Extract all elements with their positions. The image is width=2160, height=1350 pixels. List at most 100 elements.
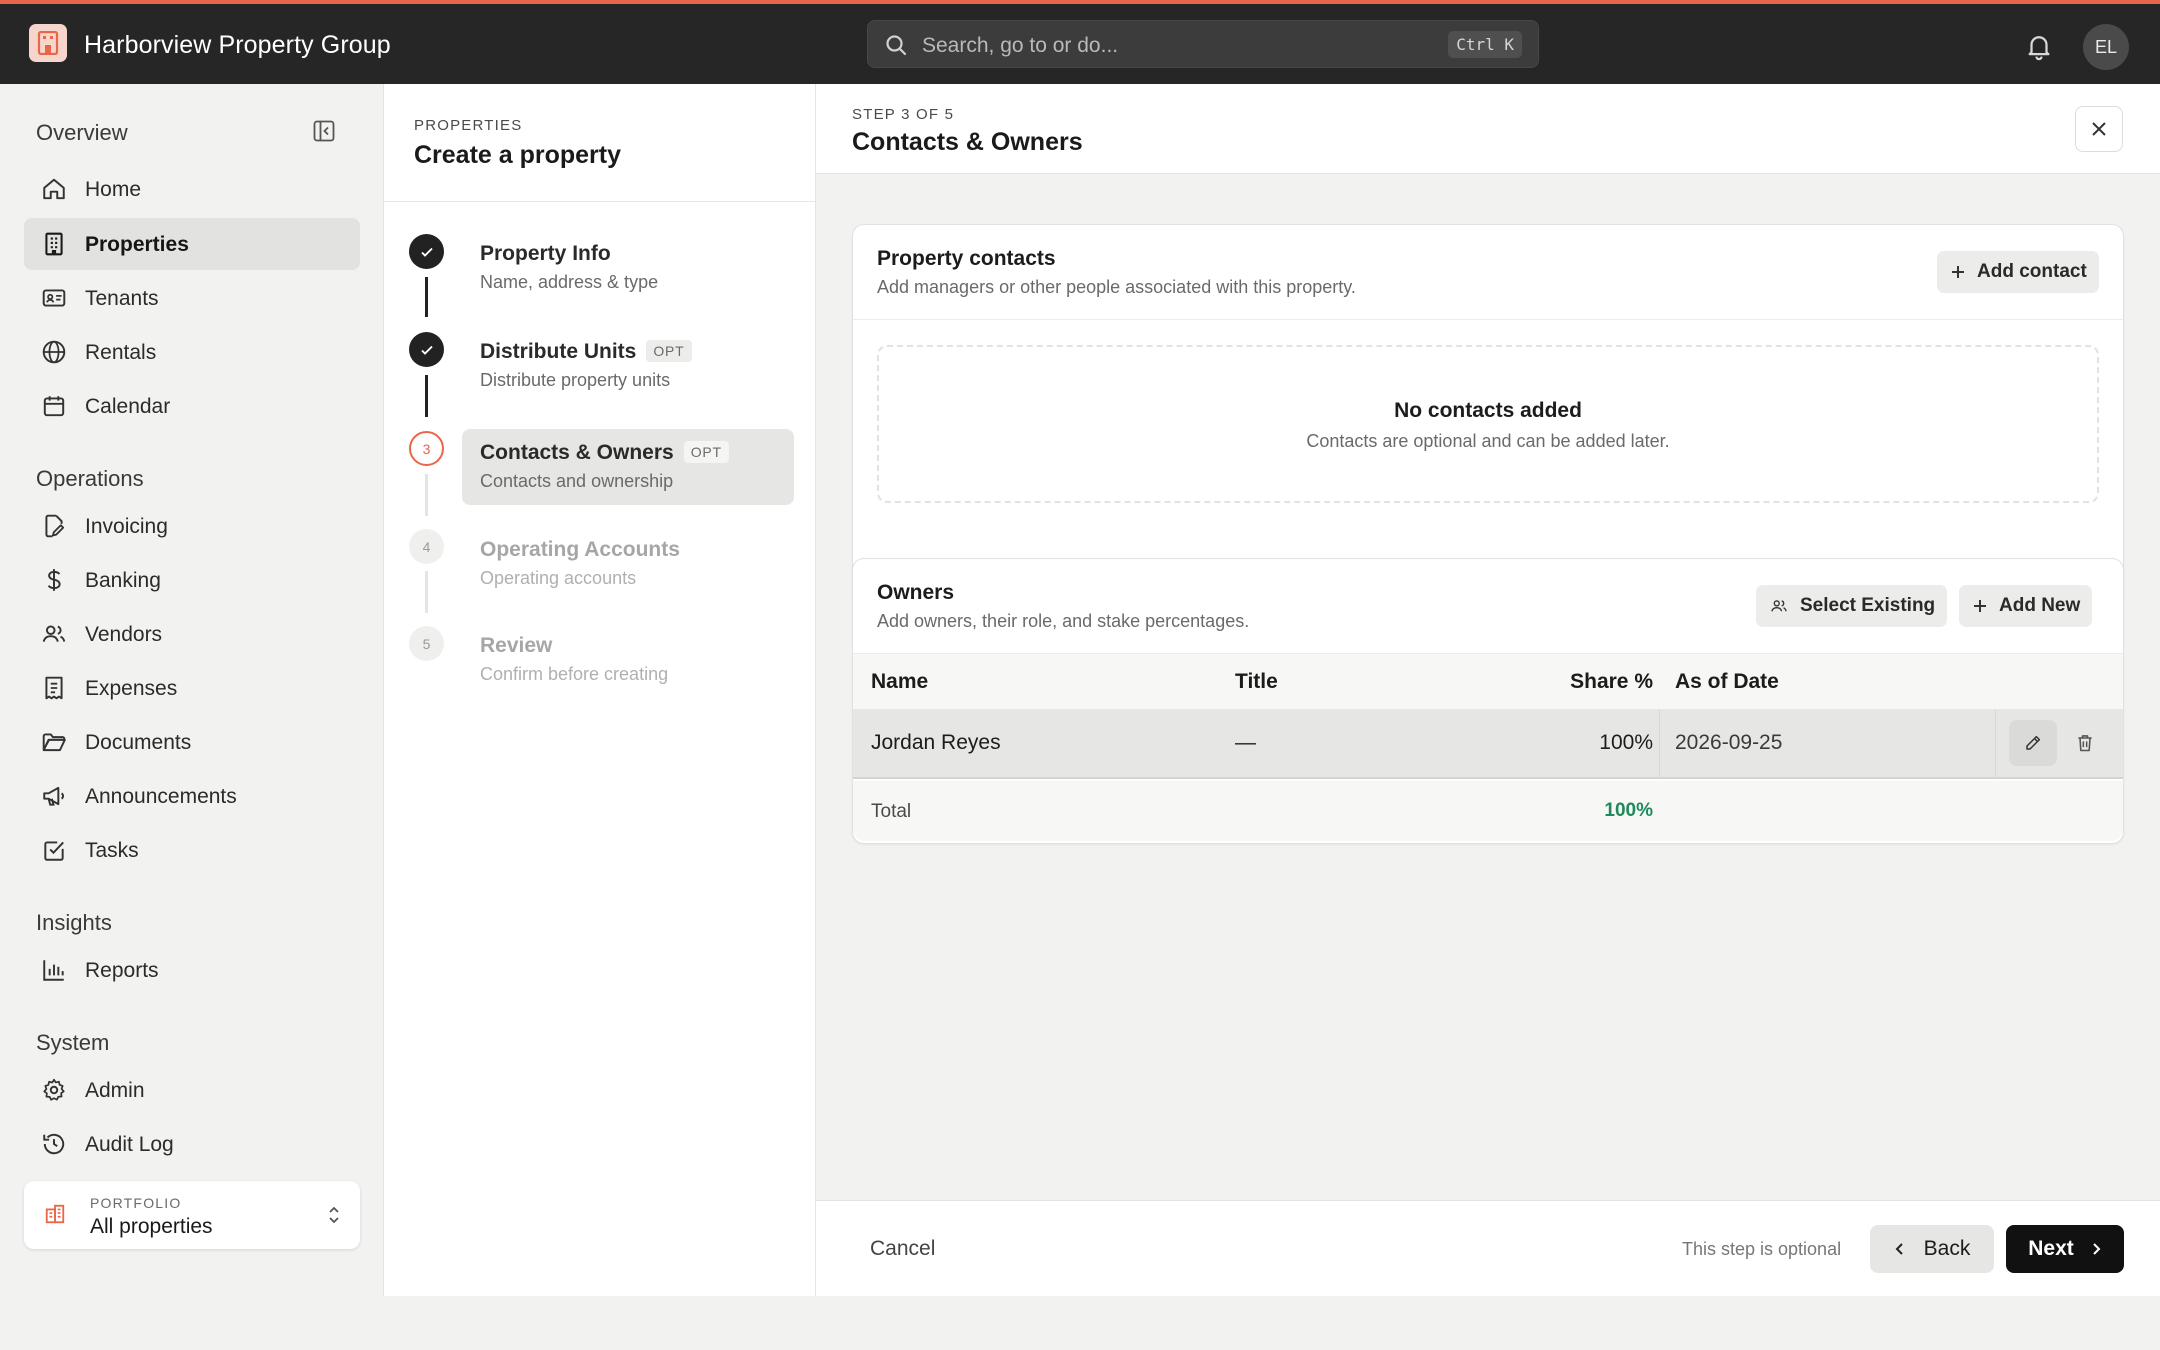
sidebar-item-reports[interactable]: Reports — [24, 944, 360, 996]
wizard-footer: Cancel This step is optional Back Next — [816, 1200, 2160, 1296]
trash-icon[interactable] — [2075, 732, 2095, 754]
cell-divider — [1659, 709, 1660, 779]
brand-logo-icon[interactable] — [29, 24, 67, 62]
sidebar: Overview Home Properties Tenants Rentals… — [0, 84, 384, 1296]
table-row[interactable]: Jordan Reyes — 100% 2026-09-25 — [853, 709, 2123, 779]
next-label: Next — [2028, 1237, 2074, 1260]
card-subtitle: Add owners, their role, and stake percen… — [877, 611, 1250, 631]
users-icon — [1770, 598, 1788, 614]
sidebar-item-banking[interactable]: Banking — [24, 554, 360, 606]
stepper-header: PROPERTIES Create a property — [384, 84, 815, 202]
select-existing-button[interactable]: Select Existing — [1756, 585, 1948, 627]
cancel-button[interactable]: Cancel — [870, 1237, 935, 1261]
sidebar-item-tenants[interactable]: Tenants — [24, 272, 360, 324]
sidebar-item-tasks[interactable]: Tasks — [24, 824, 360, 876]
portfolio-building-icon — [44, 1203, 66, 1225]
sidebar-section-overview: Overview — [36, 120, 128, 145]
step-2-check-icon — [409, 332, 444, 367]
chevron-up-down-icon — [326, 1203, 342, 1227]
sidebar-item-audit-log[interactable]: Audit Log — [24, 1118, 360, 1170]
step-5-number: 5 — [409, 626, 444, 661]
sidebar-collapse-icon[interactable] — [313, 120, 335, 142]
wizard-stepper: PROPERTIES Create a property Property In… — [384, 84, 816, 1296]
pencil-icon — [2026, 735, 2041, 750]
step-connector — [425, 375, 428, 417]
global-search[interactable]: Search, go to or do... Ctrl K — [867, 20, 1539, 68]
property-contacts-card: Property contacts Add managers or other … — [852, 224, 2124, 612]
step-connector — [425, 474, 428, 516]
owners-table-header: Name Title Share % As of Date — [853, 653, 2123, 709]
add-contact-button[interactable]: Add contact — [1937, 251, 2099, 293]
sidebar-section-system: System — [36, 1030, 110, 1055]
card-title: Property contacts — [877, 247, 1056, 270]
step-distribute-units[interactable]: Distribute Units OPT Distribute property … — [462, 328, 794, 404]
close-button[interactable] — [2075, 106, 2123, 152]
add-new-owner-button[interactable]: Add New — [1959, 585, 2093, 627]
sidebar-item-label: Expenses — [85, 677, 178, 700]
owner-name: Jordan Reyes — [871, 731, 1001, 754]
next-button[interactable]: Next — [2006, 1225, 2124, 1273]
column-header-share[interactable]: Share % — [1570, 670, 1653, 694]
user-avatar[interactable]: EL — [2083, 24, 2129, 70]
step-operating-accounts[interactable]: Operating Accounts Operating accounts — [462, 526, 794, 602]
column-header-name[interactable]: Name — [871, 670, 928, 694]
stepper-title: Create a property — [414, 141, 622, 169]
notifications-bell-icon[interactable] — [2024, 31, 2054, 61]
search-icon — [884, 33, 908, 57]
contacts-empty-state: No contacts added Contacts are optional … — [877, 345, 2099, 503]
receipt-icon — [41, 675, 67, 701]
sidebar-item-vendors[interactable]: Vendors — [24, 608, 360, 660]
page-title: Contacts & Owners — [852, 128, 1083, 156]
sidebar-item-invoicing[interactable]: Invoicing — [24, 500, 360, 552]
step-name: Property Info — [480, 242, 611, 265]
id-card-icon — [41, 285, 67, 311]
step-name-text: Contacts & Owners — [480, 441, 674, 464]
owner-title: — — [1235, 731, 1256, 754]
sidebar-item-home[interactable]: Home — [24, 163, 360, 215]
back-label: Back — [1923, 1237, 1971, 1260]
sidebar-item-label: Announcements — [85, 785, 237, 808]
optional-badge: OPT — [683, 441, 729, 463]
sidebar-item-label: Admin — [85, 1079, 145, 1102]
empty-state-title: No contacts added — [1394, 399, 1582, 422]
step-name: Review — [480, 634, 553, 657]
sidebar-item-rentals[interactable]: Rentals — [24, 326, 360, 378]
column-header-title[interactable]: Title — [1235, 670, 1278, 694]
sidebar-item-label: Tenants — [85, 287, 159, 310]
total-share-value: 100% — [1604, 800, 1653, 821]
edit-owner-button[interactable] — [2009, 720, 2057, 766]
sidebar-item-expenses[interactable]: Expenses — [24, 662, 360, 714]
folder-icon — [41, 729, 67, 755]
users-icon — [41, 621, 67, 647]
step-contacts-owners[interactable]: Contacts & Owners OPT Contacts and owners… — [462, 429, 794, 505]
step-3-number: 3 — [409, 431, 444, 466]
back-button[interactable]: Back — [1870, 1225, 1994, 1273]
sidebar-item-label: Documents — [85, 731, 192, 754]
portfolio-kicker: PORTFOLIO — [90, 1195, 182, 1211]
main-content: STEP 3 OF 5 Contacts & Owners Property c… — [816, 84, 2160, 1296]
sidebar-item-documents[interactable]: Documents — [24, 716, 360, 768]
portfolio-value: All properties — [90, 1215, 213, 1238]
optional-badge: OPT — [646, 340, 692, 362]
step-connector — [425, 277, 428, 317]
portfolio-switcher[interactable]: PORTFOLIO All properties — [24, 1181, 360, 1249]
step-review[interactable]: Review Confirm before creating — [462, 622, 794, 698]
step-property-info[interactable]: Property Info Name, address & type — [462, 230, 794, 306]
sidebar-item-admin[interactable]: Admin — [24, 1064, 360, 1116]
sidebar-item-properties[interactable]: Properties — [24, 218, 360, 270]
sidebar-item-calendar[interactable]: Calendar — [24, 380, 360, 432]
megaphone-icon — [41, 783, 67, 809]
sidebar-item-announcements[interactable]: Announcements — [24, 770, 360, 822]
step-name: Contacts & Owners OPT — [480, 441, 729, 465]
sidebar-item-label: Properties — [85, 233, 189, 256]
search-shortcut-badge: Ctrl K — [1448, 31, 1522, 58]
select-existing-label: Select Existing — [1800, 595, 1936, 616]
sidebar-item-label: Rentals — [85, 341, 157, 364]
close-icon — [2092, 122, 2106, 136]
plus-icon — [1973, 599, 1987, 613]
search-placeholder[interactable]: Search, go to or do... — [922, 34, 1118, 58]
card-subtitle: Add managers or other people associated … — [877, 277, 1356, 297]
divider — [853, 319, 2123, 320]
sidebar-item-label: Invoicing — [85, 515, 168, 538]
column-header-date[interactable]: As of Date — [1675, 670, 1779, 694]
